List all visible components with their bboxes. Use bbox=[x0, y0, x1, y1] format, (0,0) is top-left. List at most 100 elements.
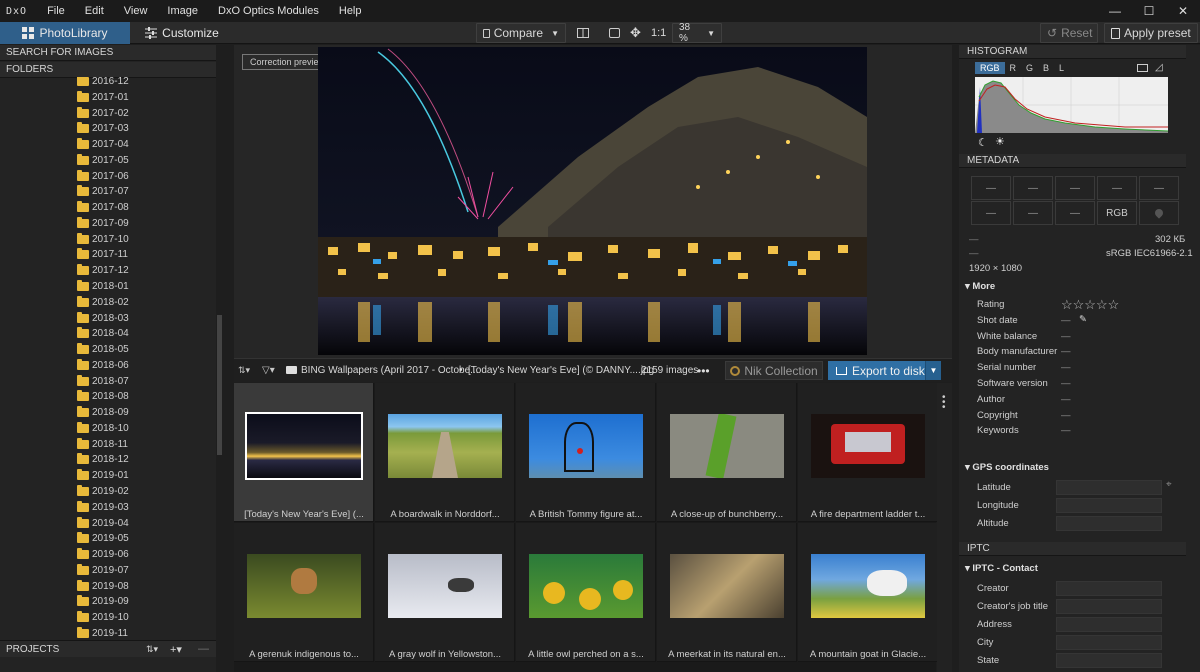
grid-cell[interactable]: A gray wolf in Yellowston... bbox=[375, 523, 515, 662]
folder-item[interactable]: 2017-05 bbox=[77, 153, 129, 168]
folder-item[interactable]: 2016-12 bbox=[77, 77, 129, 89]
iptc-field-input[interactable] bbox=[1056, 635, 1162, 650]
iptc-field-input[interactable] bbox=[1056, 617, 1162, 632]
folder-item[interactable]: 2017-03 bbox=[77, 121, 129, 136]
folder-item[interactable]: 2019-08 bbox=[77, 579, 129, 594]
iptc-contact-toggle[interactable]: ▾ IPTC - Contact bbox=[965, 563, 1038, 574]
filter-icon[interactable]: ▽▾ bbox=[262, 365, 275, 376]
pencil-icon[interactable]: ✎ bbox=[1079, 314, 1087, 325]
minimize-icon[interactable]: — bbox=[1098, 0, 1132, 22]
folder-item[interactable]: 2017-11 bbox=[77, 247, 128, 262]
menu-file[interactable]: File bbox=[37, 5, 75, 17]
iptc-field-input[interactable] bbox=[1056, 581, 1162, 596]
nik-collection-button[interactable]: Nik Collection bbox=[725, 361, 823, 380]
grid-cell[interactable]: A meerkat in its natural en... bbox=[657, 523, 797, 662]
folder-item[interactable]: 2019-11 bbox=[77, 626, 128, 640]
grid-cell[interactable]: A close-up of bunchberry... bbox=[657, 383, 797, 522]
more-icon[interactable]: ••• bbox=[697, 364, 710, 378]
tab-photolibrary[interactable]: PhotoLibrary bbox=[0, 22, 130, 44]
one-to-one-button[interactable]: 1:1 bbox=[651, 23, 666, 43]
more-section-toggle[interactable]: ▾ More bbox=[965, 281, 995, 292]
folder-item[interactable]: 2019-02 bbox=[77, 484, 129, 499]
remove-project-icon[interactable]: — bbox=[198, 643, 209, 655]
breadcrumb-file[interactable]: [Today's New Year's Eve] (© DANNY....jpg bbox=[468, 365, 654, 376]
move-button[interactable]: ✥ bbox=[630, 23, 641, 43]
folder-item[interactable]: 2018-04 bbox=[77, 326, 129, 341]
tab-customize[interactable]: Customize bbox=[130, 22, 234, 44]
projects-header[interactable]: PROJECTS ⇅▾ +▾ — bbox=[0, 640, 216, 657]
menu-edit[interactable]: Edit bbox=[75, 5, 114, 17]
folder-item[interactable]: 2017-02 bbox=[77, 106, 129, 121]
folder-item[interactable]: 2017-06 bbox=[77, 169, 129, 184]
folder-item[interactable]: 2017-07 bbox=[77, 184, 129, 199]
grid-cell[interactable]: A British Tommy figure at... bbox=[516, 383, 656, 522]
zoom-select[interactable]: 38 % ▼ bbox=[672, 22, 722, 44]
grid-cell[interactable]: A mountain goat in Glacie... bbox=[798, 523, 938, 662]
folder-item[interactable]: 2017-12 bbox=[77, 263, 129, 278]
folder-item[interactable]: 2019-07 bbox=[77, 563, 129, 578]
export-dropdown[interactable]: ▼ bbox=[925, 361, 941, 380]
maximize-icon[interactable]: ☐ bbox=[1132, 0, 1166, 22]
grid-cell[interactable]: A boardwalk in Norddorf... bbox=[375, 383, 515, 522]
iptc-field-input[interactable] bbox=[1056, 653, 1162, 668]
reset-button[interactable]: ↺ Reset bbox=[1040, 23, 1098, 43]
hist-tab-l[interactable]: L bbox=[1054, 62, 1069, 74]
compare-button[interactable]: Compare ▼ bbox=[476, 23, 566, 43]
folder-item[interactable]: 2018-09 bbox=[77, 405, 129, 420]
folder-item[interactable]: 2018-01 bbox=[77, 279, 129, 294]
gps-field-input[interactable] bbox=[1056, 516, 1162, 531]
folder-item[interactable]: 2018-03 bbox=[77, 311, 129, 326]
main-photo[interactable] bbox=[318, 47, 867, 355]
folder-item[interactable]: 2017-01 bbox=[77, 90, 129, 105]
map-icon[interactable]: ⌖ bbox=[1166, 479, 1172, 490]
folder-item[interactable]: 2018-06 bbox=[77, 358, 129, 373]
hist-tab-r[interactable]: R bbox=[1005, 62, 1022, 74]
monitor-icon[interactable] bbox=[1137, 64, 1148, 72]
folder-item[interactable]: 2018-02 bbox=[77, 295, 129, 310]
split-view-button[interactable] bbox=[577, 23, 589, 43]
folder-item[interactable]: 2018-08 bbox=[77, 389, 129, 404]
grid-options-icon[interactable]: • • • bbox=[942, 393, 946, 413]
folder-item[interactable]: 2019-05 bbox=[77, 531, 129, 546]
iptc-header[interactable]: IPTC bbox=[959, 542, 1186, 556]
grid-cell[interactable]: A little owl perched on a s... bbox=[516, 523, 656, 662]
left-scrollbar[interactable] bbox=[217, 315, 222, 455]
folder-item[interactable]: 2019-06 bbox=[77, 547, 129, 562]
grid-cell[interactable]: A fire department ladder t... bbox=[798, 383, 938, 522]
grid-scrollbar[interactable]: • • • bbox=[937, 383, 952, 672]
close-icon[interactable]: ✕ bbox=[1166, 0, 1200, 22]
breadcrumb-folder[interactable]: BING Wallpapers (April 2017 - Octobe... bbox=[301, 365, 478, 376]
clipping-icon[interactable]: ◿ bbox=[1155, 62, 1163, 73]
add-project-icon[interactable]: +▾ bbox=[170, 643, 182, 656]
folders-header[interactable]: FOLDERS bbox=[0, 62, 216, 78]
folder-item[interactable]: 2018-12 bbox=[77, 452, 129, 467]
menu-view[interactable]: View bbox=[114, 5, 158, 17]
folder-item[interactable]: 2019-04 bbox=[77, 516, 129, 531]
folder-item[interactable]: 2018-10 bbox=[77, 421, 129, 436]
metadata-header[interactable]: METADATA bbox=[959, 154, 1186, 168]
menu-dxo-optics-modules[interactable]: DxO Optics Modules bbox=[208, 5, 329, 17]
menu-help[interactable]: Help bbox=[329, 5, 372, 17]
folder-item[interactable]: 2019-01 bbox=[77, 468, 129, 483]
sun-icon[interactable]: ☀ bbox=[995, 135, 1005, 148]
apply-preset-button[interactable]: Apply preset bbox=[1104, 23, 1198, 43]
grid-cell[interactable]: A gerenuk indigenous to... bbox=[234, 523, 374, 662]
gps-field-input[interactable] bbox=[1056, 480, 1162, 495]
hist-tab-rgb[interactable]: RGB bbox=[975, 62, 1005, 74]
crop-button[interactable] bbox=[609, 23, 620, 43]
gps-field-input[interactable] bbox=[1056, 498, 1162, 513]
folder-item[interactable]: 2017-09 bbox=[77, 216, 129, 231]
search-for-images-header[interactable]: SEARCH FOR IMAGES bbox=[0, 45, 216, 61]
grid-cell[interactable]: [Today's New Year's Eve] (... bbox=[234, 383, 374, 522]
histogram-header[interactable]: HISTOGRAM bbox=[959, 45, 1186, 59]
folder-item[interactable]: 2017-04 bbox=[77, 137, 129, 152]
hist-tab-b[interactable]: B bbox=[1038, 62, 1054, 74]
folder-item[interactable]: 2018-11 bbox=[77, 437, 128, 452]
iptc-field-input[interactable] bbox=[1056, 599, 1162, 614]
gps-section-toggle[interactable]: ▾ GPS coordinates bbox=[965, 462, 1049, 473]
hist-tab-g[interactable]: G bbox=[1021, 62, 1038, 74]
rating-stars[interactable]: ☆☆☆☆☆ bbox=[1061, 297, 1119, 313]
moon-icon[interactable]: ☾ bbox=[978, 136, 988, 149]
folder-item[interactable]: 2019-09 bbox=[77, 594, 129, 609]
folder-item[interactable]: 2017-08 bbox=[77, 200, 129, 215]
